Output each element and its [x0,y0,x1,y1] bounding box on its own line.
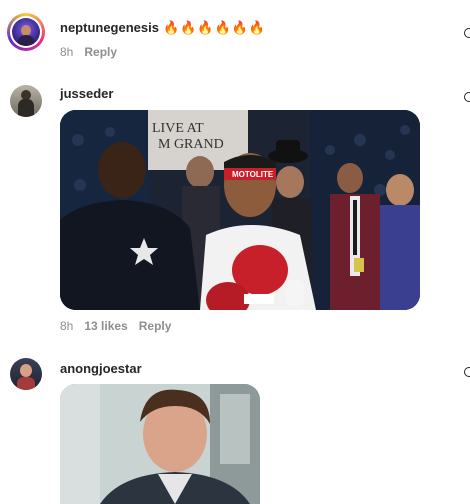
reply-button[interactable]: Reply [139,319,172,333]
avatar[interactable] [10,358,42,390]
gif-image: LIVE AT M GRAND MOTOLITE [60,110,420,310]
comment-item: neptunegenesis 🔥🔥🔥🔥🔥🔥 8h Reply [0,0,470,70]
gif-media[interactable] [60,384,260,504]
timestamp[interactable]: 8h [60,319,73,333]
likes-count[interactable]: 13 likes [84,319,127,333]
comment-item: anongjoestar [0,350,470,504]
banner-text-2: M GRAND [158,137,224,152]
username[interactable]: jusseder [60,86,113,101]
comment-text: 🔥🔥🔥🔥🔥🔥 [162,20,267,35]
timestamp[interactable]: 8h [60,45,73,59]
more-options-icon[interactable] [464,28,470,38]
headband-text: MOTOLITE [232,170,274,179]
more-options-icon[interactable] [464,367,470,377]
username[interactable]: neptunegenesis [60,20,159,35]
username[interactable]: anongjoestar [60,361,142,376]
banner-text-1: LIVE AT [152,121,204,136]
reply-button[interactable]: Reply [84,45,117,59]
more-options-icon[interactable] [464,92,470,102]
avatar[interactable] [7,13,45,51]
gif-media[interactable]: LIVE AT M GRAND MOTOLITE [60,110,420,310]
comment-item: jusseder LIVE AT M GRAND MOTOLITE 8h 13 … [0,75,470,345]
gif-image [60,384,260,504]
avatar[interactable] [10,85,42,117]
